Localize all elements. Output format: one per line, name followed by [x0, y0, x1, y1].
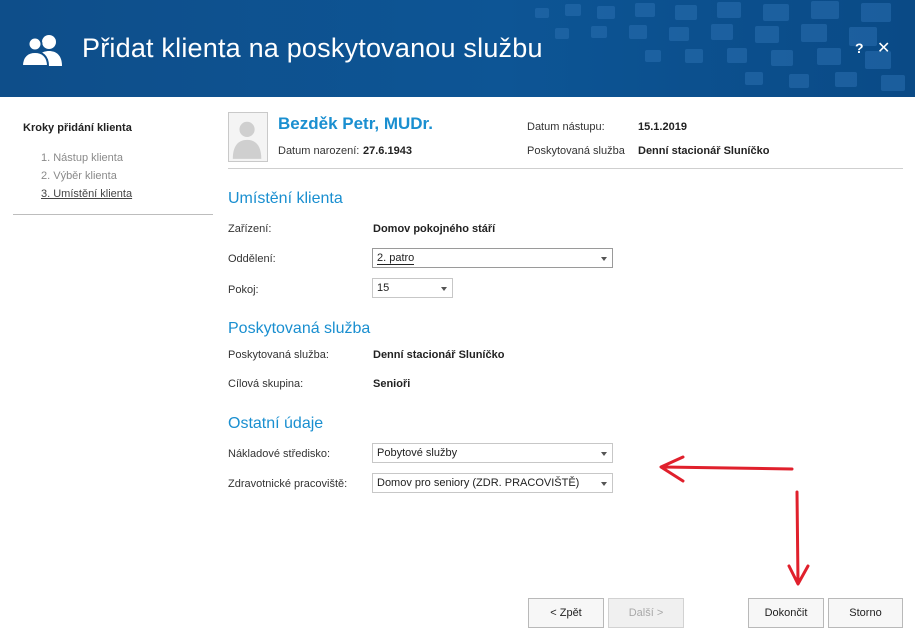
chevron-down-icon [441, 287, 447, 291]
steps-title: Kroky přidání klienta [23, 122, 132, 134]
close-button[interactable]: ✕ [877, 38, 890, 58]
client-service-value: Denní stacionář Sluníčko [638, 145, 770, 157]
birth-date-value: 27.6.1943 [363, 145, 412, 157]
client-service-label: Poskytovaná služba [527, 145, 625, 157]
room-label: Pokoj: [228, 284, 259, 296]
dialog-title: Přidat klienta na poskytovanou službu [82, 33, 543, 63]
start-date-label: Datum nástupu: [527, 121, 605, 133]
cancel-button[interactable]: Storno [828, 598, 903, 628]
service-value: Denní stacionář Sluníčko [373, 349, 505, 361]
header-pattern [535, 1, 905, 91]
finish-button[interactable]: Dokončit [748, 598, 824, 628]
chevron-down-icon [601, 257, 607, 261]
client-card-divider [228, 168, 903, 169]
section-other-title: Ostatní údaje [228, 415, 324, 432]
step-umisteni-klienta[interactable]: 3. Umístění klienta [41, 188, 132, 200]
help-button[interactable]: ? [855, 40, 864, 56]
room-select-value: 15 [377, 282, 390, 294]
target-group-label: Cílová skupina: [228, 378, 304, 390]
health-workplace-label: Zdravotnické pracoviště: [228, 478, 348, 490]
birth-date-label: Datum narození: [278, 145, 360, 157]
annotation-arrow-left [659, 455, 794, 483]
cost-center-label: Nákladové středisko: [228, 448, 331, 460]
step-vyber-klienta[interactable]: 2. Výběr klienta [41, 170, 117, 182]
step-nastup-klienta[interactable]: 1. Nástup klienta [41, 152, 123, 164]
next-button[interactable]: Další > [608, 598, 684, 628]
service-label: Poskytovaná služba: [228, 349, 329, 361]
person-placeholder-icon [228, 112, 268, 162]
chevron-down-icon [601, 482, 607, 486]
target-group-value: Senioři [373, 378, 411, 390]
section-service-title: Poskytovaná služba [228, 320, 371, 337]
facility-label: Zařízení: [228, 223, 272, 235]
health-workplace-select-value: Domov pro seniory (ZDR. PRACOVIŠTĚ) [377, 477, 580, 489]
cost-center-select-value: Pobytové služby [377, 447, 458, 459]
sidebar-divider [13, 214, 213, 215]
client-name: Bezděk Petr, MUDr. [278, 114, 433, 133]
dialog-window: Přidat klienta na poskytovanou službu ? … [0, 0, 915, 638]
facility-value: Domov pokojného stáří [373, 223, 496, 235]
cost-center-select[interactable]: Pobytové služby [372, 443, 613, 463]
start-date-value: 15.1.2019 [638, 121, 687, 133]
department-select[interactable]: 2. patro [372, 248, 613, 268]
room-select[interactable]: 15 [372, 278, 453, 298]
back-button[interactable]: < Zpět [528, 598, 604, 628]
department-label: Oddělení: [228, 253, 276, 265]
chevron-down-icon [601, 452, 607, 456]
section-placement-title: Umístění klienta [228, 190, 343, 207]
annotation-arrow-down [787, 490, 810, 586]
health-workplace-select[interactable]: Domov pro seniory (ZDR. PRACOVIŠTĚ) [372, 473, 613, 493]
dialog-header: Přidat klienta na poskytovanou službu ? … [0, 0, 915, 97]
users-icon [22, 35, 62, 67]
department-select-value: 2. patro [377, 252, 415, 265]
